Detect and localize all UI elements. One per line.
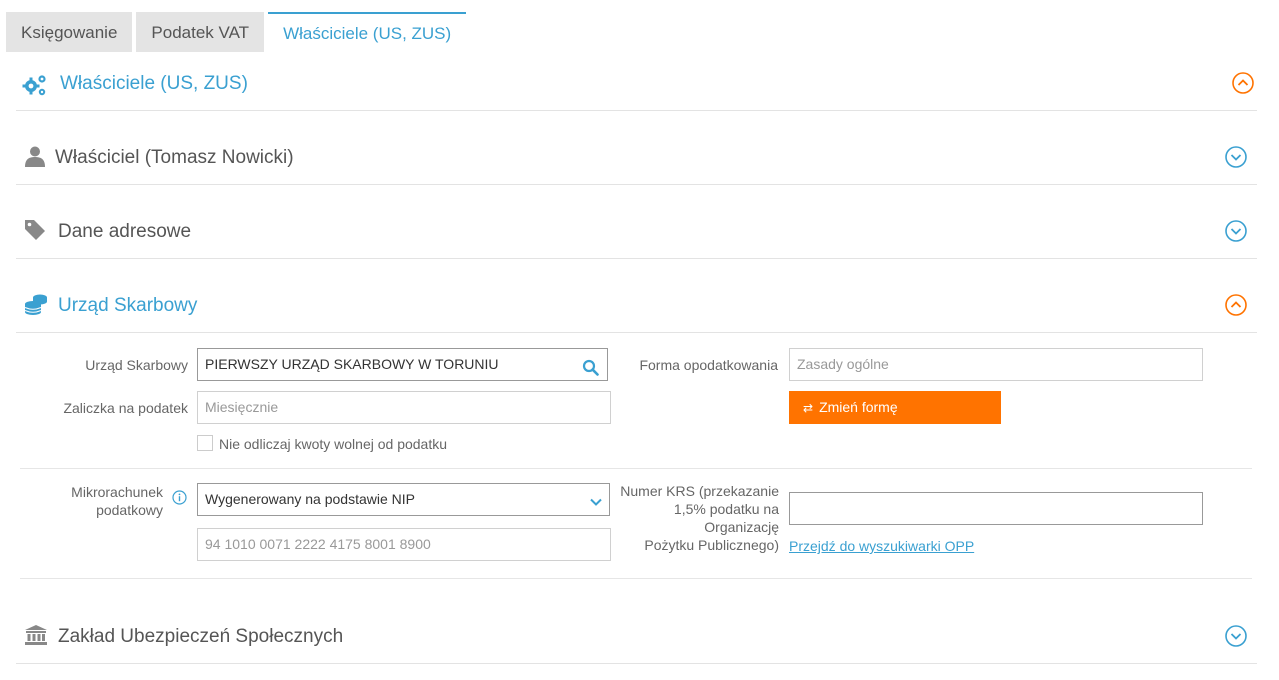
change-taxation-form-label: Zmień formę opodatkowania	[803, 399, 898, 449]
divider	[20, 578, 1252, 579]
gears-icon	[22, 73, 46, 97]
collapse-tax-office-toggle[interactable]	[1225, 294, 1247, 316]
section-owners-header: Właściciele (US, ZUS)	[16, 37, 1257, 111]
taxation-form-label: Forma opodatkowania	[639, 357, 778, 373]
tax-office-value: PIERWSZY URZĄD SKARBOWY W TORUNIU	[205, 356, 499, 372]
page-title: Właściciele (US, ZUS)	[60, 73, 248, 94]
tag-icon	[24, 219, 48, 243]
micro-account-select-value: Wygenerowany na podstawie NIP	[205, 491, 415, 507]
krs-input[interactable]	[789, 492, 1203, 525]
section-address-header[interactable]: Dane adresowe	[16, 185, 1257, 259]
tax-office-label: Urząd Skarbowy	[85, 357, 188, 373]
database-icon	[24, 293, 48, 317]
divider	[20, 468, 1252, 469]
collapse-owners-toggle[interactable]	[1232, 72, 1254, 94]
krs-label-line3: Pożytku Publicznego)	[644, 537, 779, 553]
micro-account-label-line1: Mikrorachunek	[71, 484, 163, 500]
change-taxation-form-button[interactable]: ⇄ Zmień formę opodatkowania	[789, 391, 1001, 449]
user-icon	[24, 145, 48, 169]
krs-label-line1: Numer KRS (przekazanie	[620, 483, 779, 499]
micro-account-label-line2: podatkowy	[96, 502, 163, 518]
micro-account-number-field: 94 1010 0071 2222 4175 8001 8900	[197, 528, 611, 561]
swap-icon: ⇄	[803, 401, 814, 415]
search-icon[interactable]	[582, 356, 599, 387]
expand-owner-toggle[interactable]	[1225, 146, 1247, 168]
expand-address-toggle[interactable]	[1225, 220, 1247, 242]
taxation-form-field: Zasady ogólne	[789, 348, 1203, 381]
micro-account-number: 94 1010 0071 2222 4175 8001 8900	[205, 536, 431, 552]
tax-office-title: Urząd Skarbowy	[58, 295, 198, 316]
advance-value: Miesięcznie	[205, 399, 279, 415]
no-deduct-label: Nie odliczaj kwoty wolnej od podatku	[219, 436, 448, 452]
taxation-form-value: Zasady ogólne	[797, 356, 889, 372]
address-title: Dane adresowe	[58, 221, 192, 242]
expand-zus-toggle[interactable]	[1225, 625, 1247, 647]
section-tax-office-header[interactable]: Urząd Skarbowy	[16, 259, 1257, 333]
micro-account-label: Mikrorachunek podatkowy	[40, 483, 163, 519]
opp-search-link[interactable]: Przejdź do wyszukiwarki OPP	[789, 538, 974, 554]
section-owner-header[interactable]: Właściciel (Tomasz Nowicki)	[16, 111, 1257, 185]
advance-label: Zaliczka na podatek	[63, 400, 188, 416]
owner-title: Właściciel (Tomasz Nowicki)	[55, 147, 294, 168]
section-zus-header[interactable]: Zakład Ubezpieczeń Społecznych	[16, 590, 1257, 664]
no-deduct-checkbox[interactable]	[197, 435, 213, 451]
tax-office-input[interactable]: PIERWSZY URZĄD SKARBOWY W TORUNIU	[197, 348, 608, 381]
krs-label-line2: 1,5% podatku na Organizację	[673, 501, 779, 535]
info-icon[interactable]	[172, 490, 187, 510]
micro-account-select[interactable]: Wygenerowany na podstawie NIP	[197, 483, 610, 516]
zus-title: Zakład Ubezpieczeń Społecznych	[58, 626, 344, 647]
advance-field[interactable]: Miesięcznie	[197, 391, 611, 424]
bank-icon	[24, 624, 48, 648]
krs-label: Numer KRS (przekazanie 1,5% podatku na O…	[600, 482, 779, 554]
